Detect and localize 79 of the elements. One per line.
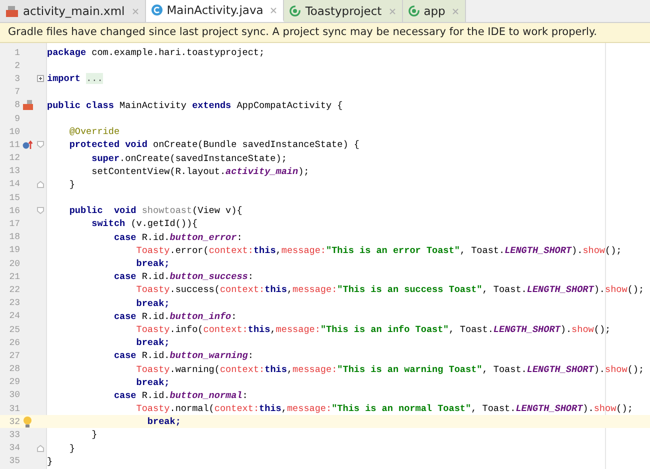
line-number: 23 — [8, 298, 20, 308]
code-line: } — [46, 454, 53, 468]
implemented-icon[interactable] — [22, 100, 34, 111]
line-number: 2 — [14, 60, 20, 71]
line-number: 24 — [8, 311, 20, 322]
code-line: case R.id.button_normal: — [112, 388, 248, 402]
code-line: case R.id.button_info: — [112, 310, 237, 323]
module-icon — [289, 5, 302, 17]
line-number: 29 — [8, 377, 20, 388]
code-line: public class MainActivity extends AppCompatActivity { — [46, 98, 343, 112]
override-icon[interactable] — [22, 140, 33, 150]
code-line: break; — [135, 296, 170, 310]
code-line: case R.id.button_error: — [112, 230, 242, 244]
line-number: 26 — [8, 338, 20, 348]
editor-tab[interactable]: Toastyproject — [284, 0, 403, 22]
module-icon — [408, 5, 420, 17]
editor-tab[interactable]: MainActivity.java — [146, 0, 284, 22]
line-number: 14 — [8, 179, 20, 190]
code-line: Toasty.normal(context:this,message:"This is an normal Toast", Toast.LENGTH_SHORT).show(); — [135, 402, 633, 416]
line-number: 1 — [14, 48, 20, 58]
line-number: 18 — [8, 232, 20, 242]
code-line: public void showtoast(View v){ — [68, 204, 242, 218]
line-number: 22 — [8, 284, 20, 295]
line-number: 3 — [14, 74, 20, 84]
line-number: 13 — [8, 166, 20, 176]
code-line: package com.example.hari.toastyproject; — [46, 46, 265, 60]
line-number: 9 — [14, 114, 20, 124]
banner-message: Gradle files have changed since last project sync. A project sync may be necessary for the IDE to work properly. — [8, 26, 597, 38]
class-icon — [150, 4, 163, 16]
line-number: 7 — [14, 87, 20, 98]
code-line: switch (v.getId()){ — [90, 217, 198, 231]
code-line: protected void onCreate(Bundle savedInstanceState) { — [68, 138, 360, 152]
code-line: Toasty.success(context:this,message:"This is an success Toast", Toast.LENGTH_SHORT).show(); — [135, 283, 644, 297]
line-number: 31 — [8, 404, 20, 414]
line-number: 27 — [8, 350, 20, 361]
code-line: Toasty.info(context:this,message:"This is an info Toast", Toast.LENGTH_SHORT).show(); — [135, 322, 611, 336]
code-line: super.onCreate(savedInstanceState); — [90, 152, 287, 165]
code-line: } — [68, 442, 75, 455]
line-number: 10 — [8, 126, 20, 137]
line-number: 32 — [8, 416, 20, 427]
line-number: 16 — [8, 206, 20, 216]
code-line: Toasty.error(context:this,message:"This is an error Toast", Toast.LENGTH_SHORT).show(); — [135, 244, 622, 258]
line-number: 30 — [8, 390, 20, 400]
xml-file-icon — [5, 4, 19, 18]
line-number: 12 — [8, 153, 20, 164]
code-line: setContentView(R.layout.activity_main); — [90, 164, 310, 178]
line-number: 35 — [8, 456, 20, 466]
close-icon[interactable] — [270, 6, 278, 14]
close-icon[interactable] — [452, 8, 460, 14]
code-line: import ... — [46, 72, 103, 86]
line-number: 34 — [8, 443, 20, 454]
line-number: 28 — [8, 364, 20, 374]
line-number: 33 — [8, 430, 20, 440]
lightbulb-icon[interactable] — [23, 416, 32, 428]
fold-icon[interactable] — [37, 141, 44, 148]
editor-tab[interactable]: app — [402, 0, 466, 22]
code-line: Toasty.warning(context:this,message:"This is an warning Toast", Toast.LENGTH_SHORT).show(); — [135, 362, 644, 376]
code-line: break; — [135, 257, 170, 270]
expand-icon[interactable] — [37, 75, 44, 82]
line-number: 15 — [8, 192, 20, 203]
line-number: 25 — [8, 324, 20, 335]
close-icon[interactable] — [132, 8, 139, 14]
code-line: break; — [146, 415, 181, 428]
code-line: @Override — [68, 125, 120, 138]
fold-icon[interactable] — [37, 207, 44, 214]
code-line: } — [68, 178, 75, 192]
code-line: break; — [135, 376, 170, 389]
line-number: 8 — [14, 100, 20, 110]
line-number: 21 — [8, 272, 20, 282]
line-number: 17 — [8, 219, 20, 230]
editor-tab[interactable]: activity_main.xml — [0, 0, 146, 22]
code-line: } — [90, 428, 98, 442]
line-number: 19 — [8, 245, 20, 256]
code-line: break; — [135, 336, 170, 350]
line-number: 11 — [8, 140, 20, 150]
line-number: 20 — [8, 258, 20, 269]
close-icon[interactable] — [388, 8, 396, 14]
code-line: case R.id.button_success: — [112, 270, 254, 284]
code-line: case R.id.button_warning: — [112, 349, 254, 363]
